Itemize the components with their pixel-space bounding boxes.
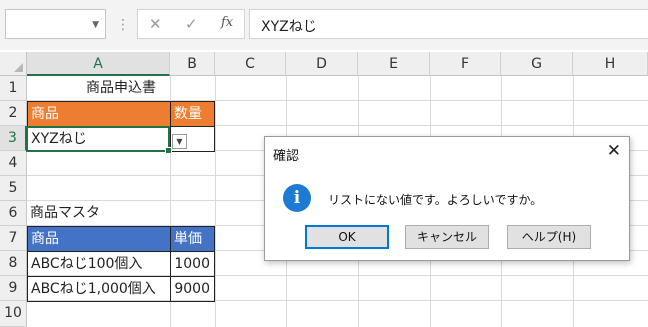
row-header-9[interactable]: 9 <box>0 276 27 301</box>
confirm-dialog: 確認 ✕ i リストにない値です。よろしいですか。 OK キャンセル ヘルプ(H… <box>264 136 630 261</box>
row-header-6[interactable]: 6 <box>0 201 27 226</box>
dialog-message: リストにない値です。よろしいですか。 <box>328 193 543 207</box>
ok-button[interactable]: OK <box>305 225 389 249</box>
name-box-dropdown-icon[interactable]: ▼ <box>92 20 99 30</box>
cell-b9-master-price[interactable]: 9000 <box>170 276 215 302</box>
dialog-title: 確認 <box>273 149 300 164</box>
cell-b8-master-price[interactable]: 1000 <box>170 251 215 277</box>
cell-a9-master-product[interactable]: ABCねじ1,000個入 <box>27 276 171 302</box>
cancel-icon[interactable]: ✕ <box>149 15 162 33</box>
formula-content: XYZねじ <box>261 19 317 35</box>
fill-handle[interactable] <box>165 147 172 154</box>
close-icon[interactable]: ✕ <box>607 141 621 161</box>
formula-input[interactable]: XYZねじ <box>249 9 648 39</box>
row-header-10[interactable]: 10 <box>0 301 27 327</box>
row-header-7[interactable]: 7 <box>0 226 27 251</box>
active-cell-selection <box>26 126 172 154</box>
cell-a6-master-title[interactable]: 商品マスタ <box>27 201 215 225</box>
row-header-3[interactable]: 3 <box>0 126 27 151</box>
validation-dropdown-icon[interactable]: ▼ <box>172 134 187 149</box>
formula-bar-buttons: ✕ ✓ fx <box>137 9 245 39</box>
formula-bar-area: ▼ ⋮ ✕ ✓ fx XYZねじ <box>0 0 648 50</box>
cell-a1-title[interactable]: 商品申込書 <box>27 77 215 100</box>
name-box[interactable]: ▼ <box>5 9 106 39</box>
column-header-c[interactable]: C <box>215 52 286 76</box>
row-header-4[interactable]: 4 <box>0 151 27 176</box>
row-header-2[interactable]: 2 <box>0 101 27 126</box>
cell-a2-product-header[interactable]: 商品 <box>27 101 171 127</box>
column-header-a[interactable]: A <box>27 52 170 76</box>
column-header-h[interactable]: H <box>573 52 648 76</box>
column-header-g[interactable]: G <box>501 52 573 76</box>
cell-a7-master-product-header[interactable]: 商品 <box>27 226 171 252</box>
column-header-e[interactable]: E <box>358 52 430 76</box>
enter-icon[interactable]: ✓ <box>185 15 198 33</box>
row-header-1[interactable]: 1 <box>0 76 27 101</box>
info-icon: i <box>283 184 311 212</box>
gridline <box>215 76 216 327</box>
insert-function-icon[interactable]: fx <box>221 15 233 30</box>
select-all-corner[interactable] <box>0 52 27 76</box>
formula-bar-separator-icon[interactable]: ⋮ <box>116 14 130 36</box>
cell-a8-master-product[interactable]: ABCねじ100個入 <box>27 251 171 277</box>
help-button[interactable]: ヘルプ(H) <box>507 225 591 249</box>
cell-b7-master-price-header[interactable]: 単価 <box>170 226 215 252</box>
column-header-b[interactable]: B <box>170 52 215 76</box>
cell-b2-quantity-header[interactable]: 数量 <box>170 101 215 127</box>
cancel-button[interactable]: キャンセル <box>405 225 489 249</box>
column-header-d[interactable]: D <box>286 52 358 76</box>
row-header-8[interactable]: 8 <box>0 251 27 276</box>
column-header-f[interactable]: F <box>430 52 501 76</box>
row-header-5[interactable]: 5 <box>0 176 27 201</box>
